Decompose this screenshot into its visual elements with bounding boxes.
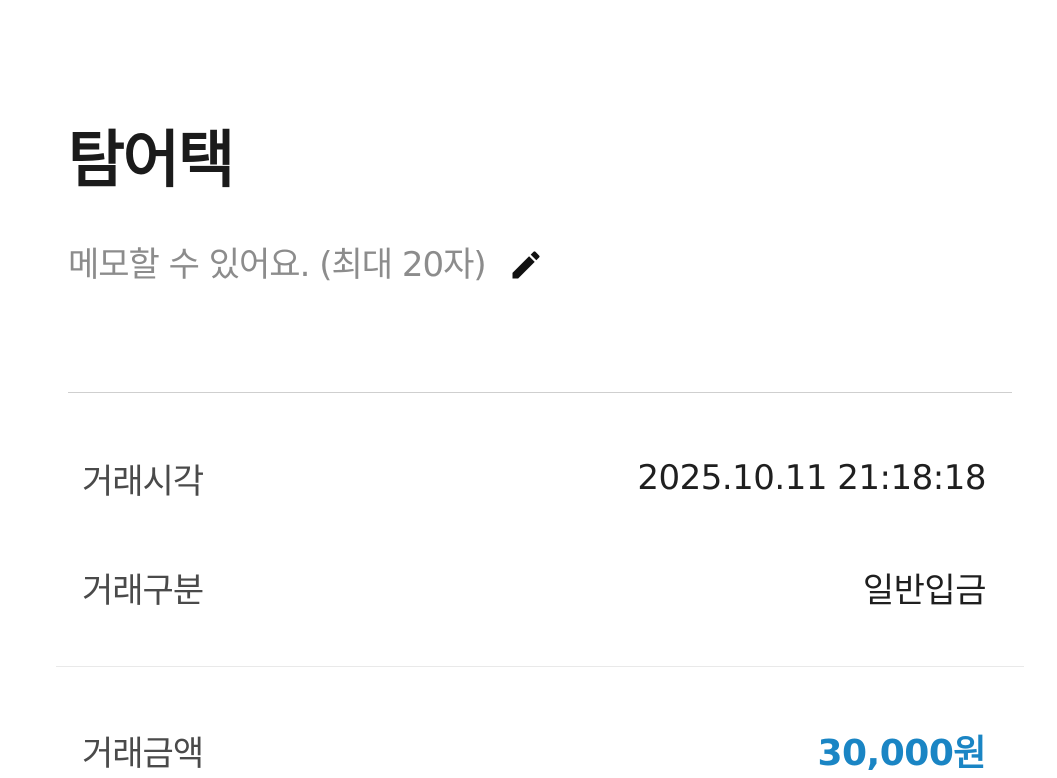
time-value: 2025.10.11 21:18:18 bbox=[637, 458, 986, 498]
type-value: 일반입금 bbox=[862, 570, 987, 611]
section-divider-light bbox=[56, 666, 1024, 667]
memo-edit-row[interactable]: 메모할 수 있어요. (최대 20자) bbox=[68, 240, 544, 290]
detail-row-time: 거래시각 2025.10.11 21:18:18 bbox=[82, 450, 986, 506]
amount-value: 30,000원 bbox=[817, 733, 986, 774]
pencil-icon[interactable] bbox=[508, 247, 544, 283]
type-label: 거래구분 bbox=[82, 570, 204, 611]
amount-label: 거래금액 bbox=[82, 733, 204, 774]
section-divider bbox=[68, 392, 1012, 393]
time-label: 거래시각 bbox=[82, 461, 204, 502]
detail-row-type: 거래구분 일반입금 bbox=[82, 559, 987, 615]
page-title: 탐어택 bbox=[68, 123, 235, 196]
detail-row-amount: 거래금액 30,000원 bbox=[82, 722, 986, 778]
memo-placeholder: 메모할 수 있어요. (최대 20자) bbox=[68, 245, 487, 285]
